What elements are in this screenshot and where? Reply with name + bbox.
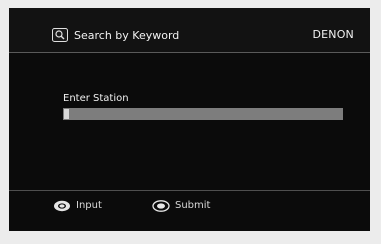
search-keyword-icon bbox=[52, 27, 68, 42]
footer-divider bbox=[9, 190, 370, 191]
enter-button-icon bbox=[152, 200, 170, 212]
header-bar: Search by Keyword DENON bbox=[9, 8, 370, 53]
hint-input: Input bbox=[53, 199, 102, 213]
enter-station-label: Enter Station bbox=[63, 93, 129, 104]
brand-logo: DENON bbox=[312, 28, 354, 41]
hint-submit-label: Submit bbox=[175, 200, 211, 211]
osd-screen: Search by Keyword DENON Enter Station In… bbox=[9, 8, 370, 231]
text-cursor bbox=[64, 109, 69, 119]
station-input-field[interactable] bbox=[63, 108, 343, 120]
cursor-pad-icon bbox=[53, 200, 71, 212]
page-title: Search by Keyword bbox=[74, 29, 180, 42]
hint-submit: Submit bbox=[152, 199, 210, 213]
hint-input-label: Input bbox=[76, 200, 102, 211]
